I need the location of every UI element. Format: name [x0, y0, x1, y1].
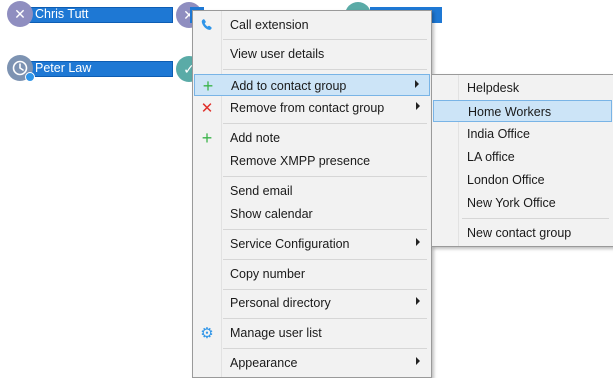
- menu-item-label: View user details: [230, 47, 325, 61]
- menu-item-copy-number[interactable]: Copy number: [194, 263, 430, 285]
- menu-item-add-to-contact-group[interactable]: + Add to contact group: [194, 74, 430, 96]
- menu-separator: [223, 69, 427, 70]
- menu-item-label: Appearance: [230, 356, 298, 370]
- menu-item-label: Send email: [230, 184, 293, 198]
- submenu-item-new-york-office[interactable]: New York Office: [433, 192, 612, 214]
- submenu-item-label: New York Office: [467, 196, 556, 210]
- menu-separator: [223, 348, 427, 349]
- menu-item-add-note[interactable]: + Add note: [194, 127, 430, 149]
- phone-icon: [198, 16, 216, 34]
- menu-item-send-email[interactable]: Send email: [194, 180, 430, 202]
- submenu-item-label: Helpdesk: [467, 81, 520, 95]
- submenu-arrow-icon: [416, 102, 420, 110]
- menu-item-call-extension[interactable]: Call extension: [194, 14, 430, 36]
- menu-separator: [462, 218, 609, 219]
- gear-icon: ⚙: [200, 325, 214, 342]
- menu-item-label: Show calendar: [230, 207, 313, 221]
- menu-separator: [223, 123, 427, 124]
- submenu-item-label: LA office: [467, 150, 515, 164]
- submenu-arrow-icon: [416, 238, 420, 246]
- menu-item-label: Remove XMPP presence: [230, 154, 371, 168]
- offline-x-icon: ✕: [7, 1, 33, 27]
- menu-separator: [223, 259, 427, 260]
- contact-name: Peter Law: [35, 61, 92, 75]
- menu-item-label: Copy number: [230, 267, 306, 281]
- menu-separator: [223, 229, 427, 230]
- menu-item-label: Add to contact group: [231, 79, 347, 93]
- menu-item-label: Manage user list: [230, 326, 322, 340]
- contact-name: Chris Tutt: [35, 7, 89, 21]
- contact-tile-peter-law[interactable]: Peter Law: [7, 55, 173, 82]
- submenu-item-new-contact-group[interactable]: New contact group: [433, 222, 612, 244]
- menu-item-label: Remove from contact group: [230, 101, 385, 115]
- menu-item-label: Service Configuration: [230, 237, 350, 251]
- presence-dot: [25, 72, 35, 82]
- plus-icon: +: [202, 75, 214, 96]
- menu-separator: [223, 176, 427, 177]
- menu-item-label: Add note: [230, 131, 281, 145]
- contact-tile-chris-tutt[interactable]: ✕ Chris Tutt: [7, 1, 173, 27]
- submenu-item-india-office[interactable]: India Office: [433, 123, 612, 145]
- submenu-item-label: New contact group: [467, 226, 572, 240]
- menu-item-appearance[interactable]: Appearance: [194, 352, 430, 374]
- menu-item-view-user-details[interactable]: View user details: [194, 43, 430, 65]
- menu-item-show-calendar[interactable]: Show calendar: [194, 203, 430, 225]
- menu-separator: [223, 289, 427, 290]
- menu-separator: [223, 318, 427, 319]
- contact-group-submenu: Helpdesk Home Workers India Office LA of…: [431, 74, 613, 247]
- submenu-arrow-icon: [415, 80, 419, 88]
- submenu-arrow-icon: [416, 297, 420, 305]
- submenu-item-label: London Office: [467, 173, 545, 187]
- menu-separator: [223, 39, 427, 40]
- menu-item-label: Call extension: [230, 18, 309, 32]
- submenu-item-label: Home Workers: [468, 105, 552, 119]
- menu-item-remove-xmpp-presence[interactable]: Remove XMPP presence: [194, 150, 430, 172]
- x-icon: ✕: [200, 100, 214, 117]
- menu-item-remove-from-contact-group[interactable]: ✕ Remove from contact group: [194, 97, 430, 119]
- submenu-item-la-office[interactable]: LA office: [433, 146, 612, 168]
- submenu-item-london-office[interactable]: London Office: [433, 169, 612, 191]
- submenu-arrow-icon: [416, 357, 420, 365]
- submenu-item-home-workers[interactable]: Home Workers: [433, 100, 612, 122]
- submenu-item-helpdesk[interactable]: Helpdesk: [433, 77, 612, 99]
- menu-item-manage-user-list[interactable]: ⚙ Manage user list: [194, 322, 430, 344]
- submenu-item-label: India Office: [467, 127, 531, 141]
- context-menu: Call extension View user details + Add t…: [192, 10, 432, 378]
- plus-icon: +: [201, 127, 213, 148]
- menu-item-label: Personal directory: [230, 296, 331, 310]
- menu-item-personal-directory[interactable]: Personal directory: [194, 292, 430, 314]
- menu-item-service-configuration[interactable]: Service Configuration: [194, 233, 430, 255]
